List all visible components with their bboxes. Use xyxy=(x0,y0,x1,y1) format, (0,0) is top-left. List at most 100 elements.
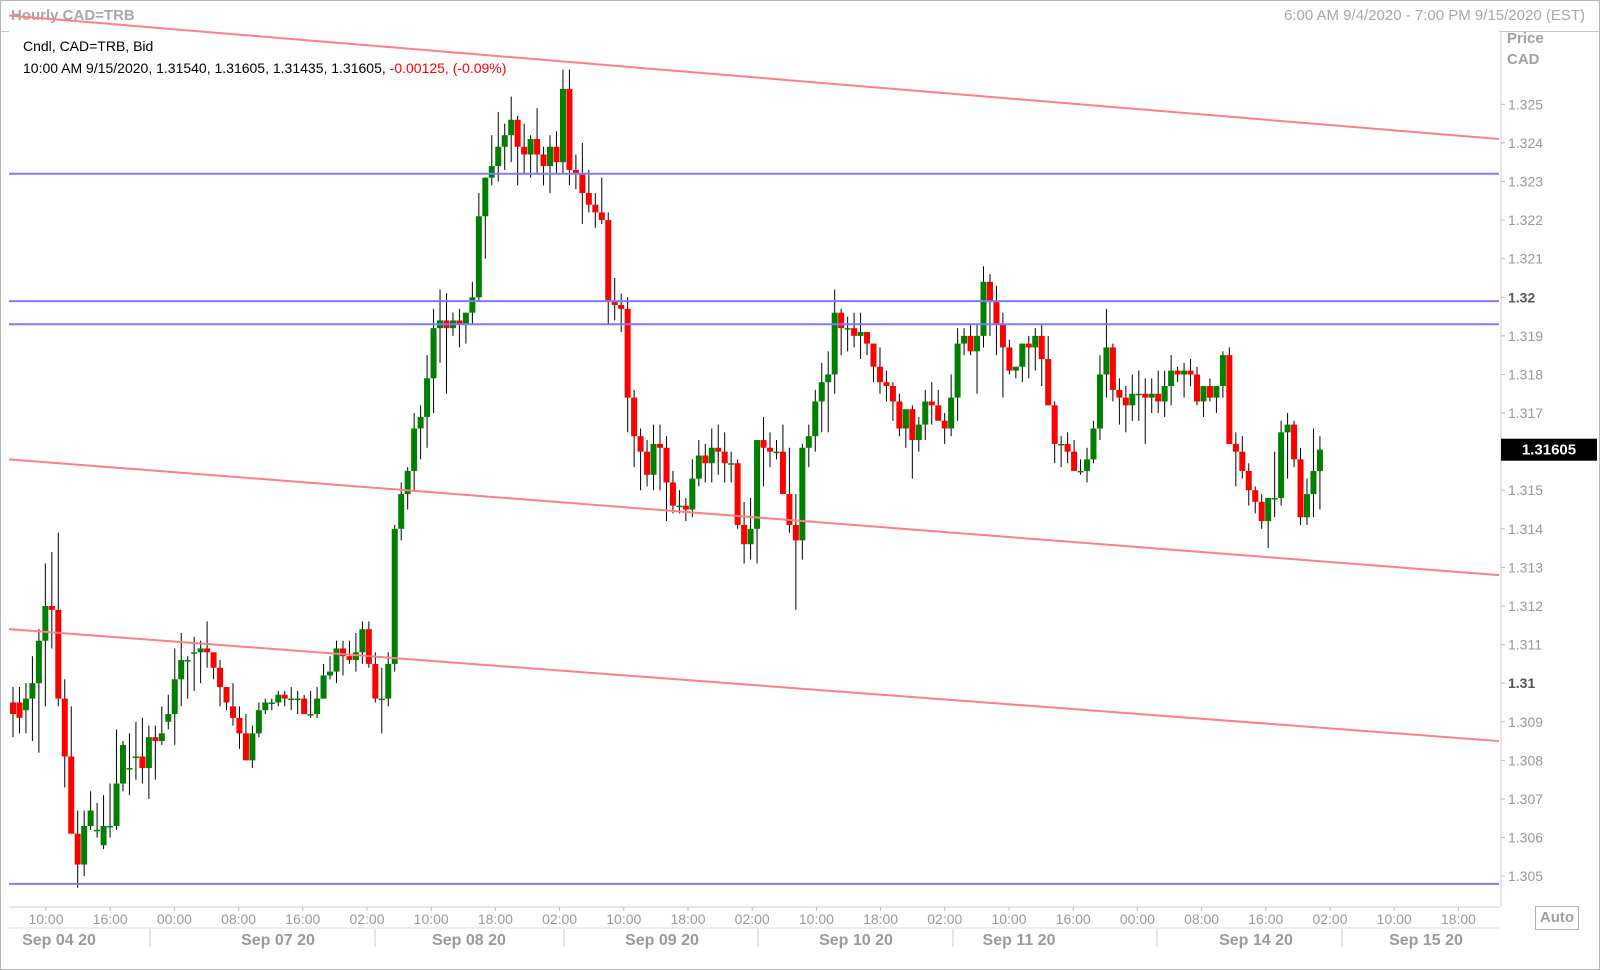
candle-body-down xyxy=(605,220,612,302)
candle-body-down xyxy=(1226,355,1233,444)
candle-body-up xyxy=(676,505,683,508)
time-tick-label: 10:00 xyxy=(414,911,449,927)
price-tick-label: 1.314 xyxy=(1508,521,1543,537)
auto-scale-button[interactable]: Auto xyxy=(1535,906,1579,930)
candle-body-up xyxy=(1148,393,1155,398)
candle-body-down xyxy=(876,366,883,383)
candle-body-up xyxy=(547,146,554,167)
candle-body-down xyxy=(838,312,845,329)
time-tick-label: 02:00 xyxy=(735,911,770,927)
candle-body-down xyxy=(585,193,592,205)
candle-body-up xyxy=(165,714,172,722)
time-axis[interactable]: 10:00 16:00 00:00 08:00 16:00 02:00 10:00 18:00… xyxy=(9,906,1499,949)
candle-body-down xyxy=(1252,490,1259,502)
candle-body-down xyxy=(986,281,993,302)
legend-change-text: -0.00125, (-0.09%) xyxy=(390,60,507,76)
candle-body-up xyxy=(469,297,476,313)
candle-body-down xyxy=(1051,405,1058,444)
candle-body-up xyxy=(1278,432,1285,498)
candle-body-up xyxy=(94,829,101,832)
candle-body-up xyxy=(1077,470,1084,473)
candle-body-down xyxy=(1025,343,1032,348)
candle-body-up xyxy=(527,139,534,155)
candle-body-up xyxy=(113,783,120,826)
candle-body-down xyxy=(1194,374,1201,402)
candle-body-down xyxy=(210,652,217,668)
candle-body-up xyxy=(1168,370,1175,387)
candle-body-up xyxy=(430,328,437,379)
candle-body-down xyxy=(741,524,748,545)
candle-body-down xyxy=(1174,370,1181,375)
price-chart[interactable]: Price CAD 1.3051.3061.3071.3081.3091.311… xyxy=(1,1,1599,969)
candle-body-up xyxy=(482,177,489,217)
candle xyxy=(1297,447,1304,525)
last-price-marker: 1.31605 xyxy=(1501,438,1597,461)
candle-body-up xyxy=(825,374,832,383)
candle-body-down xyxy=(229,706,236,718)
candle-body-down xyxy=(1116,389,1123,398)
price-tick-label: 1.32 xyxy=(1508,289,1535,305)
date-label: Sep 08 20 xyxy=(432,932,506,949)
candle-body-up xyxy=(650,443,657,475)
time-tick-label: 08:00 xyxy=(1184,911,1219,927)
candle-body-down xyxy=(941,420,948,429)
candle-body-up xyxy=(1058,443,1065,446)
candle-body-up xyxy=(145,737,152,769)
date-label: Sep 11 20 xyxy=(983,932,1056,949)
price-tick-label: 1.307 xyxy=(1508,791,1543,807)
candle-body-down xyxy=(1142,393,1149,398)
candle-body-up xyxy=(812,401,819,437)
candle-body-up xyxy=(178,660,185,680)
candle xyxy=(734,459,741,529)
candle-body-up xyxy=(773,451,780,454)
candle-body-up xyxy=(100,825,107,846)
candle-body-down xyxy=(514,119,521,147)
candle-body-up xyxy=(754,440,761,529)
candle-body-up xyxy=(424,378,431,417)
date-label: Sep 04 20 xyxy=(22,932,96,949)
candle-body-up xyxy=(1271,497,1278,500)
price-tick-label: 1.317 xyxy=(1508,405,1543,421)
candle-body-up xyxy=(1284,424,1291,433)
candle-body-up xyxy=(689,478,696,510)
price-tick-label: 1.319 xyxy=(1508,328,1543,344)
candle-body-up xyxy=(1019,343,1026,367)
candle-body-down xyxy=(779,451,786,495)
price-axis[interactable]: Price CAD 1.3051.3061.3071.3081.3091.311… xyxy=(1500,30,1544,907)
candle-body-up xyxy=(249,733,256,761)
plot-area[interactable] xyxy=(9,31,1499,907)
candle-body-down xyxy=(579,173,586,194)
candle-body-down xyxy=(281,694,288,699)
candle-body-down xyxy=(55,609,62,699)
candle-body-down xyxy=(1006,347,1013,371)
candle-body-down xyxy=(889,386,896,402)
candle xyxy=(1226,347,1233,444)
candle-body-up xyxy=(488,166,495,178)
candle-body-up xyxy=(158,733,165,742)
candle xyxy=(391,524,398,672)
candle-body-down xyxy=(993,301,1000,325)
candle-body-up xyxy=(915,424,922,441)
candle-body-down xyxy=(760,440,767,448)
candle-body-down xyxy=(534,139,541,155)
candle-body-down xyxy=(851,328,858,336)
candle-body-down xyxy=(715,447,722,452)
candle-body-down xyxy=(372,663,379,699)
candle-body-up xyxy=(799,447,806,541)
candle-body-down xyxy=(618,304,625,309)
price-tick-label: 1.318 xyxy=(1508,366,1543,382)
time-tick-label: 10:00 xyxy=(799,911,834,927)
candle-body-up xyxy=(1012,366,1019,371)
time-tick-label: 18:00 xyxy=(670,911,705,927)
candle-body-down xyxy=(657,443,663,448)
candle-body-down xyxy=(553,146,560,163)
candle-body-down xyxy=(1291,424,1298,460)
candle-body-down xyxy=(864,332,871,344)
candle-body-up xyxy=(132,756,139,758)
candle-body-up xyxy=(954,343,961,398)
candle-body-down xyxy=(68,756,75,834)
candle-body-down xyxy=(598,212,605,221)
candle-body-down xyxy=(1239,451,1246,471)
price-tick-label: 1.321 xyxy=(1508,251,1543,267)
candle-body-down xyxy=(1206,386,1213,398)
